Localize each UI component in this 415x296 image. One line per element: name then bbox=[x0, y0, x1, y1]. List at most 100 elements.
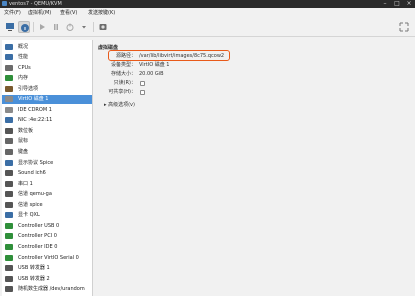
shutdown-button[interactable] bbox=[64, 21, 76, 33]
monitor-icon bbox=[6, 23, 14, 31]
source-path-value: /var/lib/libvirt/images/8c75.qcow2 bbox=[139, 53, 225, 59]
hardware-list: 概况性能 CPUs 内存引导选项 VirtIO 磁盘 1 IDE CDROM 1 NIC … bbox=[2, 40, 93, 296]
close-button[interactable]: × bbox=[404, 0, 414, 8]
sidebar-item[interactable]: 信道 spice bbox=[2, 200, 92, 209]
pause-button[interactable] bbox=[50, 21, 62, 33]
menu-view[interactable]: 查看(V) bbox=[60, 10, 77, 16]
snapshots-button[interactable] bbox=[97, 21, 109, 33]
sidebar-item[interactable]: Controller PCI 0 bbox=[2, 232, 92, 241]
sidebar-item[interactable]: USB 转发器 2 bbox=[2, 274, 92, 283]
shareable-checkbox[interactable] bbox=[140, 89, 145, 95]
sidebar-item[interactable]: 鼠标 bbox=[2, 137, 92, 146]
sidebar-item[interactable]: 内存 bbox=[2, 74, 92, 83]
menu-file[interactable]: 文件(F) bbox=[4, 10, 21, 16]
tablet-icon bbox=[5, 127, 13, 134]
sidebar-item[interactable]: CPUs bbox=[2, 63, 92, 72]
sidebar-item[interactable]: 键盘 bbox=[2, 148, 92, 157]
sidebar-item-label: 随机数生成器 /dev/urandom bbox=[18, 286, 85, 293]
cpu-icon bbox=[5, 64, 13, 71]
device-type-value: VirtIO 磁盘 1 bbox=[139, 62, 170, 68]
menu-vm[interactable]: 虚拟机(M) bbox=[28, 10, 51, 16]
readonly-checkbox[interactable] bbox=[140, 80, 145, 86]
details-button[interactable] bbox=[18, 21, 30, 33]
power-icon bbox=[66, 23, 74, 31]
sidebar-item-label: 键盘 bbox=[18, 149, 29, 155]
controller-icon bbox=[5, 243, 13, 250]
sidebar-item[interactable]: 随机数生成器 /dev/urandom bbox=[2, 285, 92, 294]
shareable-label: 可共享(H)： bbox=[108, 89, 136, 95]
sidebar-item-label: Controller PCI 0 bbox=[18, 233, 57, 240]
sidebar-item-label: 引导选项 bbox=[18, 85, 39, 92]
usb-icon bbox=[5, 265, 13, 272]
sidebar-item-label: VirtIO 磁盘 1 bbox=[18, 96, 49, 103]
sidebar-item[interactable]: Controller VirtIO Serial 0 bbox=[2, 253, 92, 262]
keyboard-icon bbox=[5, 149, 13, 155]
sidebar-item[interactable]: 性能 bbox=[2, 53, 92, 62]
sidebar-item[interactable]: Controller IDE 0 bbox=[2, 242, 92, 251]
sidebar-item-label: 性能 bbox=[18, 54, 29, 61]
source-path-label: 源路径： bbox=[115, 53, 136, 59]
storage-size-value: 20.00 GiB bbox=[139, 71, 164, 77]
sidebar-item[interactable]: 显示协议 Spice bbox=[2, 158, 92, 167]
disk-icon bbox=[5, 96, 13, 103]
sidebar-item[interactable]: 概况 bbox=[2, 42, 92, 51]
sidebar-item[interactable]: Controller USB 0 bbox=[2, 221, 92, 230]
sidebar-item-label: IDE CDROM 1 bbox=[18, 106, 52, 113]
sidebar-item-label: Sound ich6 bbox=[18, 170, 46, 177]
sidebar-item[interactable]: NIC :4e:22:11 bbox=[2, 116, 92, 125]
advanced-options-expander[interactable]: ▸ 高级选项(v) bbox=[104, 102, 135, 108]
channel-icon bbox=[5, 201, 13, 208]
controller-icon bbox=[5, 222, 13, 229]
sidebar-item-label: CPUs bbox=[18, 64, 31, 71]
sound-icon bbox=[5, 170, 13, 177]
title-bar: ventos7 - QEMU/KVM – □ × bbox=[0, 0, 415, 8]
sidebar-item-label: 显示协议 Spice bbox=[18, 159, 54, 166]
sidebar-item-label: 鼠标 bbox=[18, 138, 29, 145]
sidebar-item[interactable]: VirtIO 磁盘 1 bbox=[2, 94, 92, 105]
sidebar-item-label: 信道 qemu-ga bbox=[18, 191, 52, 198]
sidebar-item-label: USB 转发器 2 bbox=[18, 275, 50, 282]
storage-size-label: 存储大小： bbox=[110, 71, 136, 77]
sidebar-item[interactable]: 串口 1 bbox=[2, 179, 92, 188]
sidebar-item[interactable]: 信道 qemu-ga bbox=[2, 190, 92, 199]
info-icon bbox=[21, 24, 29, 32]
performance-icon bbox=[5, 54, 13, 61]
toolbar-separator bbox=[33, 22, 34, 32]
sidebar-item-label: 信道 spice bbox=[18, 201, 43, 208]
sidebar-item-label: NIC :4e:22:11 bbox=[18, 117, 53, 124]
sidebar-item-label: 显卡 QXL bbox=[18, 212, 40, 219]
sidebar-item-label: 概况 bbox=[18, 43, 29, 50]
shutdown-menu-button[interactable] bbox=[78, 21, 90, 33]
sidebar-item-label: 内存 bbox=[18, 75, 29, 82]
sidebar-item-label: Controller USB 0 bbox=[18, 222, 60, 229]
sidebar-item[interactable]: 显卡 QXL bbox=[2, 211, 92, 220]
sidebar-item[interactable]: Sound ich6 bbox=[2, 169, 92, 178]
menu-send-key[interactable]: 发送按键(K) bbox=[88, 10, 115, 16]
snapshot-icon bbox=[99, 24, 107, 30]
serial-icon bbox=[5, 180, 13, 187]
readonly-label: 只读(R)： bbox=[113, 80, 136, 86]
chevron-down-icon bbox=[82, 26, 86, 29]
video-icon bbox=[5, 212, 13, 219]
sidebar-item[interactable]: 引导选项 bbox=[2, 84, 92, 93]
run-button[interactable] bbox=[36, 21, 48, 33]
sidebar-item[interactable]: 数位板 bbox=[2, 126, 92, 135]
maximize-button[interactable]: □ bbox=[392, 0, 402, 8]
boot-icon bbox=[5, 85, 13, 92]
window-title: ventos7 - QEMU/KVM bbox=[9, 1, 62, 7]
device-type-label: 设备类型： bbox=[110, 62, 136, 68]
rng-icon bbox=[5, 286, 13, 293]
toolbar bbox=[0, 17, 415, 37]
toolbar-separator bbox=[93, 22, 94, 32]
controller-icon bbox=[5, 233, 13, 240]
minimize-button[interactable]: – bbox=[380, 0, 390, 8]
sidebar-item[interactable]: USB 转发器 1 bbox=[2, 264, 92, 273]
sidebar-item-label: Controller IDE 0 bbox=[18, 243, 58, 250]
nic-icon bbox=[5, 117, 13, 124]
sidebar-item[interactable]: IDE CDROM 1 bbox=[2, 105, 92, 114]
fullscreen-button[interactable] bbox=[398, 21, 410, 33]
fullscreen-icon bbox=[399, 22, 409, 32]
console-button[interactable] bbox=[4, 21, 16, 33]
sidebar-item-label: Controller VirtIO Serial 0 bbox=[18, 254, 79, 261]
memory-icon bbox=[5, 75, 13, 82]
